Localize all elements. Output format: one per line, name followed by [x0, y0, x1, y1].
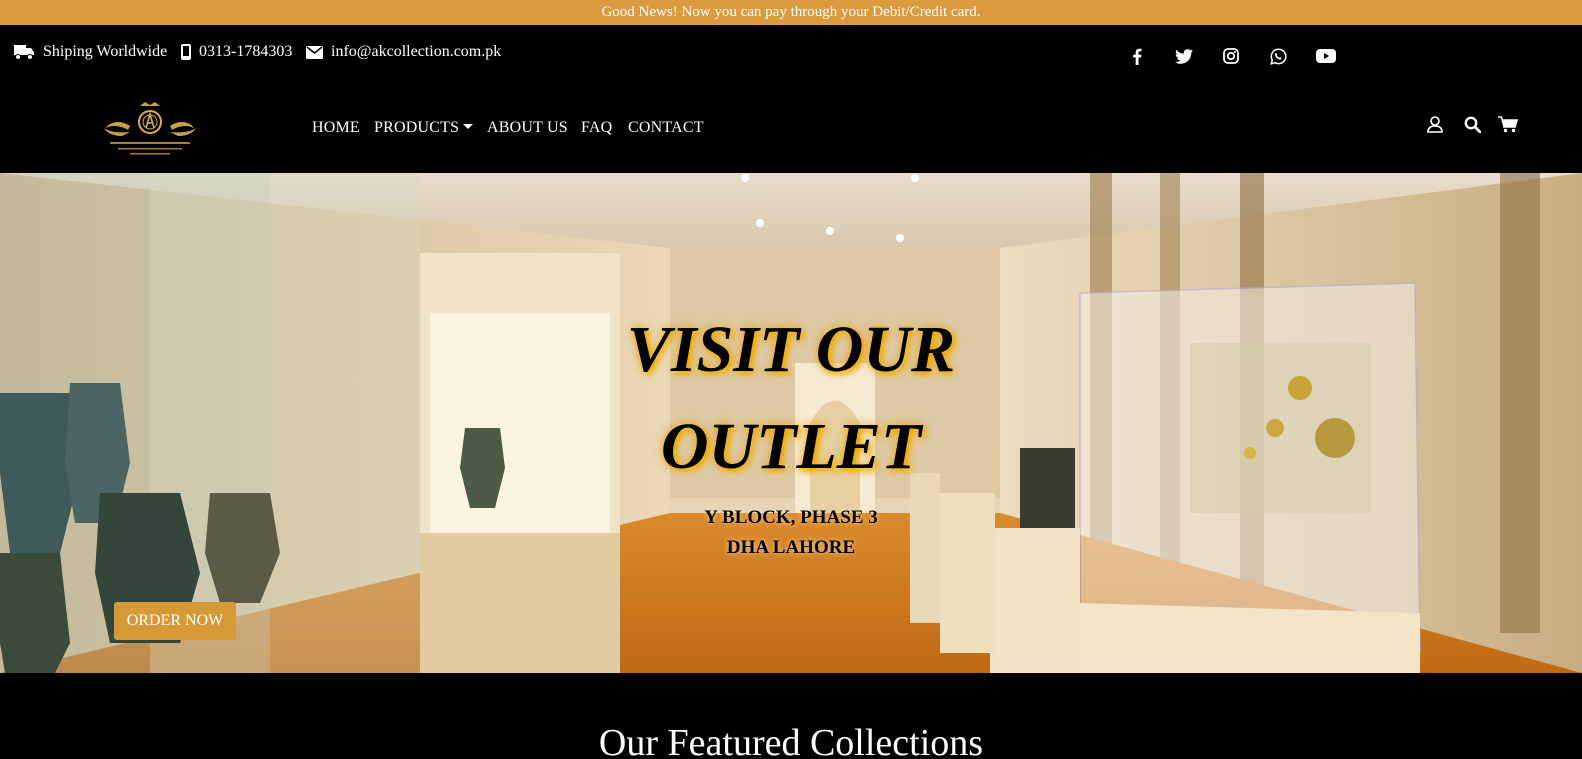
- caret-down-icon: [463, 123, 474, 129]
- hero-address-line-2: DHA LAHORE: [726, 537, 856, 558]
- ak-collection-logo[interactable]: [100, 98, 200, 158]
- featured-collections-heading: Our Featured Collections: [598, 722, 984, 759]
- featured-collections-section: Our Featured Collections: [0, 673, 1582, 759]
- nav-products-dropdown[interactable]: PRODUCTS: [374, 119, 474, 137]
- phone-info[interactable]: 0313-1784303: [181, 43, 292, 61]
- hero-title-line-2: OUTLET: [660, 410, 922, 483]
- shopping-cart-icon[interactable]: [1497, 113, 1519, 135]
- nav-about-us[interactable]: ABOUT US: [487, 119, 568, 137]
- facebook-icon[interactable]: [1126, 45, 1148, 67]
- twitter-icon[interactable]: [1173, 45, 1195, 67]
- top-contact-bar: Shiping Worldwide 0313-1784303 info@akco…: [0, 25, 1582, 82]
- nav-contact[interactable]: CONTACT: [628, 119, 704, 137]
- announcement-bar: Good News! Now you can pay through your …: [0, 0, 1582, 25]
- email-info[interactable]: info@akcollection.com.pk: [306, 43, 501, 61]
- main-navbar: HOME PRODUCTS ABOUT US FAQ CONTACT: [0, 82, 1582, 173]
- nav-faq[interactable]: FAQ: [581, 119, 612, 137]
- hero-title-line-1: VISIT OUR: [626, 313, 956, 386]
- hero-address: Y BLOCK, PHASE 3 DHA LAHORE: [591, 503, 991, 563]
- nav-home[interactable]: HOME: [312, 119, 360, 137]
- whatsapp-icon[interactable]: [1267, 45, 1289, 67]
- instagram-icon[interactable]: [1220, 45, 1242, 67]
- announcement-text: Good News! Now you can pay through your …: [601, 4, 981, 20]
- search-icon[interactable]: [1461, 113, 1483, 135]
- mobile-phone-icon: [181, 44, 191, 60]
- hero-banner: VISIT OUR OUTLET Y BLOCK, PHASE 3 DHA LA…: [0, 173, 1582, 673]
- youtube-icon[interactable]: [1315, 45, 1337, 67]
- user-icon[interactable]: [1424, 113, 1446, 135]
- envelope-icon: [306, 45, 323, 59]
- truck-icon: [14, 45, 34, 60]
- hero-title: VISIT OUR OUTLET: [541, 301, 1041, 495]
- email-text: info@akcollection.com.pk: [331, 43, 502, 60]
- order-now-button[interactable]: ORDER NOW: [114, 602, 236, 640]
- hero-address-line-1: Y BLOCK, PHASE 3: [704, 507, 878, 528]
- shipping-info: Shiping Worldwide: [14, 43, 167, 61]
- phone-text: 0313-1784303: [199, 43, 293, 60]
- shipping-text: Shiping Worldwide: [43, 43, 168, 60]
- nav-products-label: PRODUCTS: [374, 119, 460, 136]
